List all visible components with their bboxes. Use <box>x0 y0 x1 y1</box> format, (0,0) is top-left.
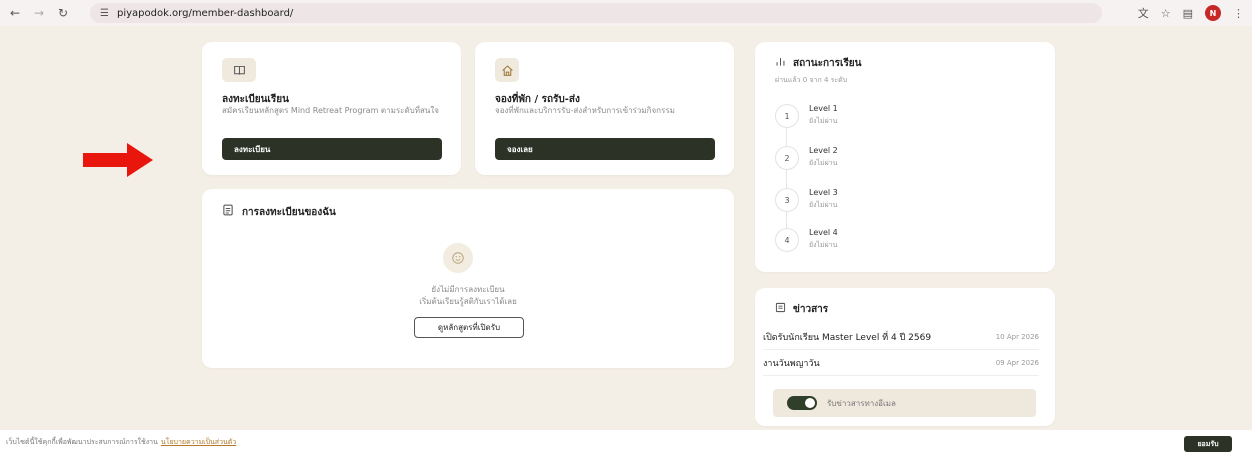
reading-mode-icon[interactable]: ▤ <box>1183 7 1193 20</box>
step-status: ยังไม่ผ่าน <box>809 117 838 125</box>
news-divider <box>763 349 1039 350</box>
step-level: Level 2 <box>809 146 838 155</box>
newspaper-icon <box>775 302 786 313</box>
register-card: ลงทะเบียนเรียน สมัครเรียนหลักสูตร Mind R… <box>202 42 461 175</box>
book-icon <box>222 58 256 82</box>
step-number: 2 <box>775 146 799 170</box>
study-status-title: สถานะการเรียน <box>793 58 862 69</box>
back-icon[interactable]: ← <box>6 4 24 22</box>
news-item-title[interactable]: งานวันพญาวัน <box>763 356 820 370</box>
home-icon <box>495 58 519 82</box>
step-status: ยังไม่ผ่าน <box>809 241 838 249</box>
my-registrations-card: การลงทะเบียนของฉัน ยังไม่มีการลงทะเบียน … <box>202 189 734 368</box>
news-divider <box>763 375 1039 376</box>
bookmark-star-icon[interactable]: ☆ <box>1161 7 1171 20</box>
news-card: ข่าวสาร เปิดรับนักเรียน Master Level ที่… <box>755 288 1055 426</box>
my-registrations-title: การลงทะเบียนของฉัน <box>242 207 336 218</box>
news-item[interactable]: งานวันพญาวัน 09 Apr 2026 <box>763 355 1039 371</box>
email-news-toggle[interactable] <box>787 396 817 410</box>
email-news-toggle-row[interactable]: รับข่าวสารทางอีเมล <box>773 389 1036 417</box>
level-step: 4 Level 4 ยังไม่ผ่าน <box>775 228 838 252</box>
news-title: ข่าวสาร <box>793 304 829 315</box>
forward-icon[interactable]: → <box>30 4 48 22</box>
timeline-connector <box>786 128 787 236</box>
level-step: 3 Level 3 ยังไม่ผ่าน <box>775 188 838 212</box>
browse-courses-button[interactable]: ดูหลักสูตรที่เปิดรับ <box>414 317 524 338</box>
cookie-text: เว็บไซต์นี้ใช้คุกกี้เพื่อพัฒนาประสบการณ์… <box>6 438 158 446</box>
privacy-policy-link[interactable]: นโยบายความเป็นส่วนตัว <box>161 437 236 448</box>
step-level: Level 1 <box>809 104 838 113</box>
booking-card-description: จองที่พักและบริการรับ-ส่งสำหรับการเข้าร่… <box>495 106 675 115</box>
step-number: 1 <box>775 104 799 128</box>
address-bar[interactable]: ☰ piyapodok.org/member-dashboard/ <box>90 3 1102 23</box>
step-status: ยังไม่ผ่าน <box>809 201 838 209</box>
step-number: 3 <box>775 188 799 212</box>
step-level: Level 4 <box>809 228 838 237</box>
url-text[interactable]: piyapodok.org/member-dashboard/ <box>117 8 293 19</box>
step-level: Level 3 <box>809 188 838 197</box>
empty-state-line2: เริ่มต้นเรียนรู้สติกับเราได้เลย <box>419 297 517 306</box>
accept-cookies-button[interactable]: ยอมรับ <box>1184 436 1232 452</box>
register-card-description: สมัครเรียนหลักสูตร Mind Retreat Program … <box>222 106 439 115</box>
news-item-title[interactable]: เปิดรับนักเรียน Master Level ที่ 4 ปี 25… <box>763 330 931 344</box>
profile-avatar[interactable]: N <box>1205 5 1221 21</box>
translate-icon[interactable]: 文 <box>1138 5 1149 21</box>
reload-icon[interactable]: ↻ <box>54 4 72 22</box>
cookie-bar: เว็บไซต์นี้ใช้คุกกี้เพื่อพัฒนาประสบการณ์… <box>0 430 1252 455</box>
news-item-date: 09 Apr 2026 <box>995 359 1039 367</box>
email-news-toggle-label: รับข่าวสารทางอีเมล <box>827 398 896 408</box>
document-icon <box>223 204 233 216</box>
browser-toolbar: ← → ↻ ☰ piyapodok.org/member-dashboard/ … <box>0 0 1252 26</box>
bar-chart-icon <box>776 58 785 66</box>
study-status-card: สถานะการเรียน ผ่านแล้ว 0 จาก 4 ระดับ 1 L… <box>755 42 1055 272</box>
news-item-date: 10 Apr 2026 <box>995 333 1039 341</box>
news-item[interactable]: เปิดรับนักเรียน Master Level ที่ 4 ปี 25… <box>763 329 1039 345</box>
step-status: ยังไม่ผ่าน <box>809 159 838 167</box>
register-button[interactable]: ลงทะเบียน <box>222 138 442 160</box>
red-arrow-icon <box>83 143 153 177</box>
level-step: 1 Level 1 ยังไม่ผ่าน <box>775 104 838 128</box>
booking-card: จองที่พัก / รถรับ-ส่ง จองที่พักและบริการ… <box>475 42 734 175</box>
level-step: 2 Level 2 ยังไม่ผ่าน <box>775 146 838 170</box>
step-number: 4 <box>775 228 799 252</box>
menu-kebab-icon[interactable]: ⋮ <box>1233 7 1244 20</box>
site-info-icon[interactable]: ☰ <box>100 8 109 19</box>
smiley-icon <box>443 243 473 273</box>
book-now-button[interactable]: จองเลย <box>495 138 715 160</box>
study-status-subtitle: ผ่านแล้ว 0 จาก 4 ระดับ <box>775 76 848 84</box>
